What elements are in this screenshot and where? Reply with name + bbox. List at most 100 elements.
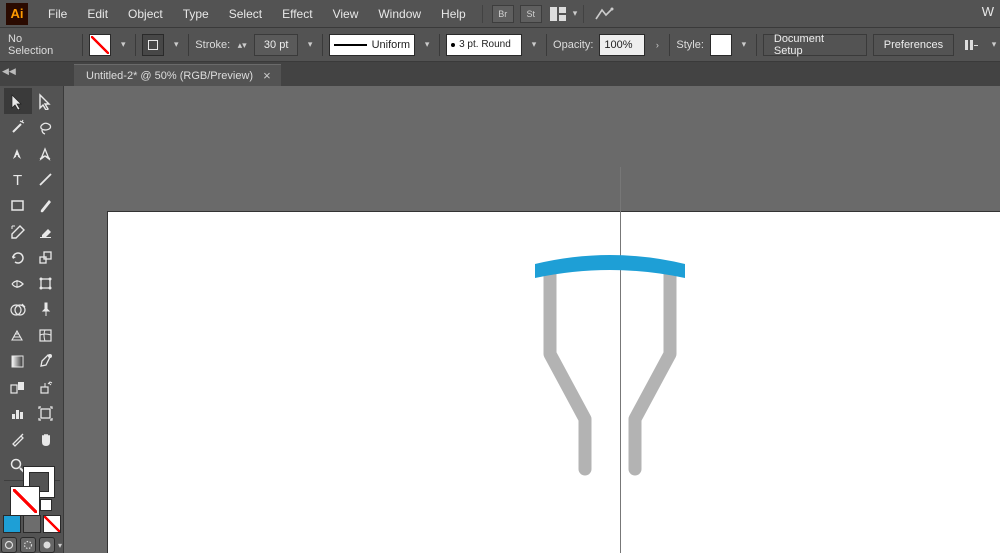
collapse-panels-icon[interactable]: ◀◀ <box>2 66 16 77</box>
mesh-tool[interactable] <box>32 322 60 348</box>
blend-tool[interactable] <box>4 374 32 400</box>
free-transform-tool[interactable] <box>32 270 60 296</box>
divider <box>756 34 757 56</box>
pen-tool[interactable] <box>4 140 32 166</box>
curvature-tool[interactable] <box>32 140 60 166</box>
divider <box>583 5 584 23</box>
divider <box>82 34 83 56</box>
none-mode-button[interactable] <box>40 499 52 511</box>
scale-tool[interactable] <box>32 244 60 270</box>
menu-effect[interactable]: Effect <box>272 0 322 27</box>
pushpin-icon[interactable] <box>32 296 60 322</box>
swatch[interactable] <box>3 515 21 533</box>
drawing-mode-inside[interactable] <box>39 537 55 553</box>
divider <box>669 34 670 56</box>
perspective-grid-tool[interactable] <box>4 322 32 348</box>
chevron-down-icon[interactable]: ▾ <box>117 34 129 56</box>
chevron-down-icon[interactable]: ▾ <box>738 34 750 56</box>
profile-label: Uniform <box>372 39 411 51</box>
fill-swatch[interactable] <box>89 34 111 56</box>
chevron-right-icon[interactable]: › <box>651 34 663 56</box>
drawing-mode-normal[interactable] <box>1 537 17 553</box>
align-panel-icon[interactable] <box>960 34 982 56</box>
opacity-label: Opacity: <box>553 39 593 51</box>
eyedropper-tool[interactable] <box>32 348 60 374</box>
symbol-sprayer-tool[interactable] <box>32 374 60 400</box>
brush-label: 3 pt. Round <box>459 39 511 50</box>
magic-wand-tool[interactable] <box>4 114 32 140</box>
paintbrush-tool[interactable] <box>32 192 60 218</box>
chevron-down-icon[interactable]: ▾ <box>421 34 433 56</box>
fill-stroke-indicator[interactable] <box>10 486 54 497</box>
divider <box>135 34 136 56</box>
close-icon[interactable]: × <box>263 68 271 83</box>
rotate-tool[interactable] <box>4 244 32 270</box>
work-area: T <box>0 86 1000 553</box>
column-graph-tool[interactable] <box>4 400 32 426</box>
divider <box>322 34 323 56</box>
stroke-weight-field[interactable]: 30 pt <box>254 34 298 56</box>
divider <box>482 5 483 23</box>
shaper-tool[interactable] <box>4 218 32 244</box>
menu-object[interactable]: Object <box>118 0 173 27</box>
workspace-switcher[interactable]: W <box>982 4 994 19</box>
bridge-icon[interactable]: Br <box>492 5 514 23</box>
brush-definition[interactable]: 3 pt. Round <box>446 34 522 56</box>
slice-tool[interactable] <box>4 426 32 452</box>
document-tab[interactable]: Untitled-2* @ 50% (RGB/Preview) × <box>74 64 281 86</box>
stepper-icon[interactable]: ▴▾ <box>236 34 248 56</box>
menu-edit[interactable]: Edit <box>77 0 118 27</box>
menu-type[interactable]: Type <box>173 0 219 27</box>
lasso-tool[interactable] <box>32 114 60 140</box>
menu-help[interactable]: Help <box>431 0 476 27</box>
line-segment-tool[interactable] <box>32 166 60 192</box>
menu-select[interactable]: Select <box>219 0 272 27</box>
gpu-preview-icon[interactable] <box>593 5 615 23</box>
document-tab-label: Untitled-2* @ 50% (RGB/Preview) <box>86 70 253 82</box>
canvas[interactable] <box>64 86 1000 553</box>
chevron-down-icon[interactable]: ▾ <box>304 34 316 56</box>
chevron-down-icon[interactable]: ▾ <box>170 34 182 56</box>
arrange-documents-icon[interactable] <box>548 5 570 23</box>
type-tool[interactable]: T <box>4 166 32 192</box>
swatch-none[interactable] <box>43 515 61 533</box>
chevron-down-icon[interactable]: ▾ <box>58 541 62 550</box>
svg-text:T: T <box>13 172 22 188</box>
eraser-tool[interactable] <box>32 218 60 244</box>
direct-selection-tool[interactable] <box>32 88 60 114</box>
chevron-down-icon[interactable]: ▾ <box>528 34 540 56</box>
menu-window[interactable]: Window <box>368 0 431 27</box>
chevron-down-icon[interactable]: ▾ <box>988 34 1000 56</box>
document-tab-bar: ◀◀ Untitled-2* @ 50% (RGB/Preview) × <box>0 62 1000 86</box>
app-logo: Ai <box>6 3 28 25</box>
hand-tool[interactable] <box>32 426 60 452</box>
gradient-tool[interactable] <box>4 348 32 374</box>
selection-tool[interactable] <box>4 88 32 114</box>
width-tool[interactable] <box>4 270 32 296</box>
divider <box>439 34 440 56</box>
preferences-button[interactable]: Preferences <box>873 34 954 56</box>
drawing-mode-behind[interactable] <box>20 537 36 553</box>
shape-builder-tool[interactable] <box>4 296 32 322</box>
document-setup-button[interactable]: Document Setup <box>763 34 867 56</box>
rectangle-tool[interactable] <box>4 192 32 218</box>
recent-swatches <box>3 515 61 533</box>
menu-view[interactable]: View <box>323 0 369 27</box>
divider <box>188 34 189 56</box>
style-label: Style: <box>676 39 704 51</box>
chevron-down-icon[interactable]: ▾ <box>573 8 578 19</box>
tools-panel: T <box>0 86 64 553</box>
stroke-label: Stroke: <box>195 39 230 51</box>
stroke-swatch[interactable] <box>142 34 164 56</box>
swatch[interactable] <box>23 515 41 533</box>
artboard-tool[interactable] <box>32 400 60 426</box>
opacity-field[interactable]: 100% <box>599 34 645 56</box>
menu-file[interactable]: File <box>38 0 77 27</box>
graphic-style-swatch[interactable] <box>710 34 732 56</box>
variable-width-profile[interactable]: Uniform <box>329 34 415 56</box>
divider <box>546 34 547 56</box>
fill-indicator[interactable] <box>10 486 40 516</box>
selection-status: No Selection <box>8 33 70 57</box>
control-bar: No Selection ▾ ▾ Stroke: ▴▾ 30 pt ▾ Unif… <box>0 28 1000 62</box>
stock-icon[interactable]: St <box>520 5 542 23</box>
